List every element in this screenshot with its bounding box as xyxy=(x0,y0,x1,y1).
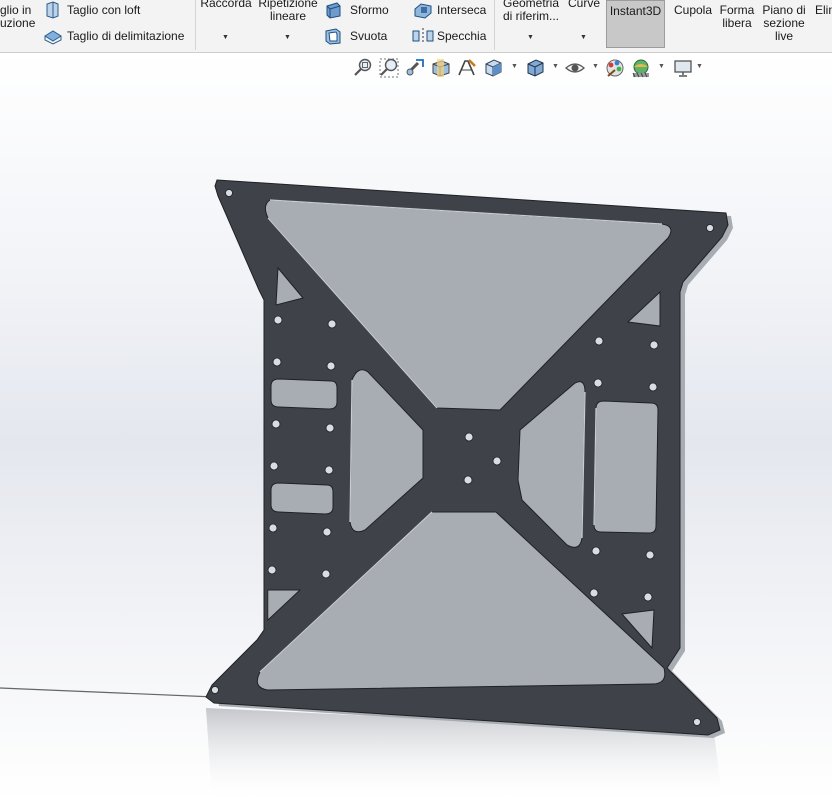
model-view xyxy=(0,179,733,800)
linear-pattern-dropdown-caret[interactable]: ▼ xyxy=(284,34,291,41)
mirror-button[interactable]: Specchia xyxy=(437,30,486,43)
curves-button[interactable]: Curve xyxy=(566,0,602,10)
draft-icon[interactable] xyxy=(324,1,342,19)
curves-dropdown-caret[interactable]: ▼ xyxy=(580,34,587,41)
instant3d-label: Instant3D xyxy=(609,4,662,18)
revolved-cut-label-2[interactable]: uzione xyxy=(0,17,35,30)
ribbon-separator xyxy=(494,0,495,50)
fillet-button[interactable]: Raccorda xyxy=(199,0,253,10)
intersect-icon[interactable] xyxy=(413,1,433,19)
mirror-icon[interactable] xyxy=(412,27,434,45)
fillet-dropdown-caret[interactable]: ▼ xyxy=(222,34,229,41)
graphics-area[interactable]: ▼ ▼ ▼ ▼ ▼ xyxy=(0,53,832,800)
loft-cut-button[interactable]: Taglio con loft xyxy=(67,4,140,17)
loft-cut-icon[interactable] xyxy=(43,1,61,19)
draft-button[interactable]: Sformo xyxy=(350,4,389,17)
shell-button[interactable]: Svuota xyxy=(350,30,387,43)
linear-pattern-label-2[interactable]: lineare xyxy=(254,10,322,23)
boundary-cut-button[interactable]: Taglio di delimitazione xyxy=(67,30,184,43)
boundary-cut-icon[interactable] xyxy=(43,27,63,45)
dome-button[interactable]: Cupola xyxy=(670,4,716,17)
instant3d-toggle[interactable]: Instant3D xyxy=(606,0,665,48)
cut-off-button[interactable]: Elim xyxy=(815,4,832,17)
floor-line xyxy=(0,687,216,698)
reference-geometry-label-2[interactable]: di riferim... xyxy=(498,10,564,23)
freeform-label-2[interactable]: libera xyxy=(716,17,758,30)
intersect-button[interactable]: Interseca xyxy=(437,4,486,17)
reference-geometry-dropdown-caret[interactable]: ▼ xyxy=(527,34,534,41)
command-manager-ribbon: glio in uzione Taglio con loft Taglio di… xyxy=(0,0,832,53)
live-section-plane-label-3[interactable]: live xyxy=(758,30,810,43)
ribbon-separator xyxy=(195,0,196,50)
shell-icon[interactable] xyxy=(324,27,342,45)
